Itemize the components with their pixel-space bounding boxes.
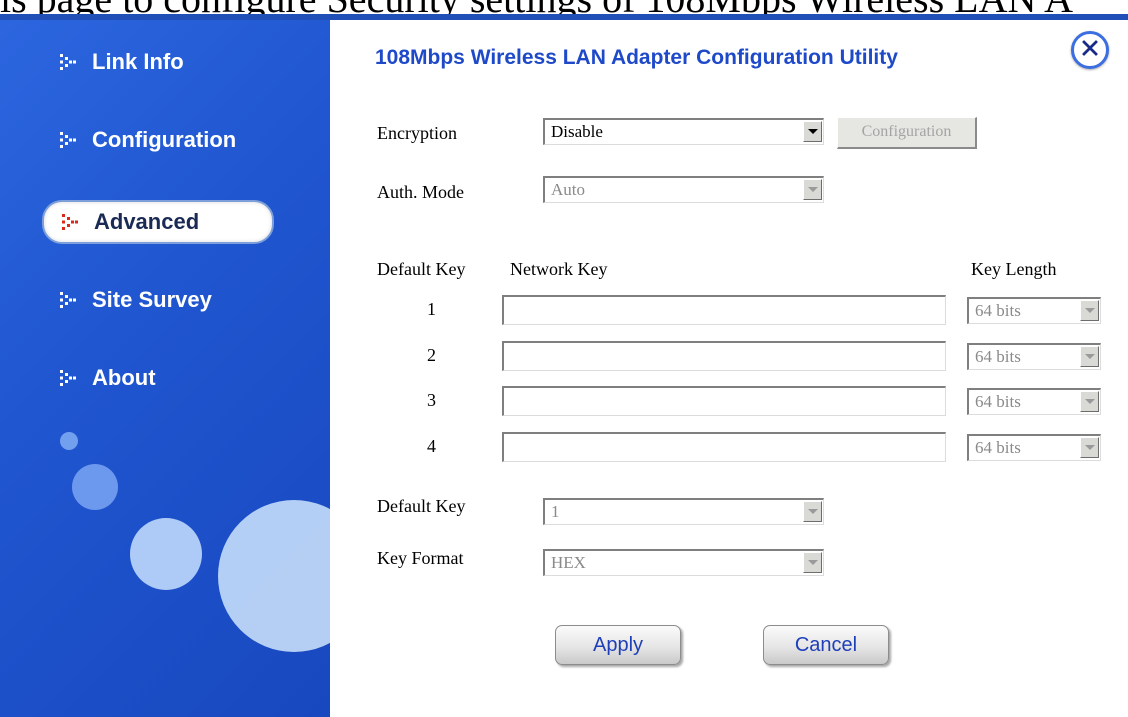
close-icon (1080, 38, 1100, 63)
network-key-3-input[interactable] (502, 386, 946, 416)
default-key-header: Default Key (377, 259, 466, 279)
sidebar: Link Info Configuration Advanced Site Su… (0, 20, 330, 717)
sidebar-item-label: Configuration (92, 127, 237, 152)
decorative-circle (130, 518, 202, 590)
key-length-header: Key Length (971, 259, 1057, 279)
sidebar-item-label: Link Info (92, 49, 184, 74)
dropdown-arrow-icon[interactable] (1080, 346, 1099, 367)
decorative-circle (60, 432, 78, 450)
dropdown-arrow-icon[interactable] (803, 121, 822, 142)
dropdown-arrow-icon[interactable] (803, 501, 822, 522)
key-index: 4 (427, 436, 436, 456)
default-key-label: Default Key (377, 496, 466, 516)
dots-arrow-icon (56, 288, 80, 312)
dropdown-arrow-icon[interactable] (803, 179, 822, 200)
key-format-value: HEX (551, 553, 586, 572)
network-key-header: Network Key (510, 259, 608, 279)
sidebar-item-site-survey[interactable]: Site Survey (42, 280, 270, 320)
sidebar-item-label: Advanced (94, 209, 200, 234)
dropdown-arrow-icon[interactable] (1080, 391, 1099, 412)
network-key-4-input[interactable] (502, 432, 946, 462)
default-key-value: 1 (551, 502, 560, 521)
key-length-4-select[interactable]: 64 bits (967, 434, 1101, 461)
network-key-1-input[interactable] (502, 295, 946, 325)
cancel-button[interactable]: Cancel (763, 625, 889, 665)
sidebar-item-configuration[interactable]: Configuration (42, 120, 270, 160)
dropdown-arrow-icon[interactable] (1080, 437, 1099, 458)
dropdown-arrow-icon[interactable] (1080, 300, 1099, 321)
key-length-1-select[interactable]: 64 bits (967, 297, 1101, 324)
network-key-2-input[interactable] (502, 341, 946, 371)
key-index: 3 (427, 390, 436, 410)
decorative-circle (218, 500, 330, 652)
sidebar-item-advanced[interactable]: Advanced (42, 200, 274, 244)
page-title: 108Mbps Wireless LAN Adapter Configurati… (375, 46, 898, 69)
auth-mode-select[interactable]: Auto (543, 176, 824, 203)
dots-arrow-icon (56, 50, 80, 74)
close-button[interactable] (1071, 31, 1109, 69)
sidebar-item-about[interactable]: About (42, 358, 270, 398)
sidebar-item-link-info[interactable]: Link Info (42, 42, 270, 82)
key-length-2-select[interactable]: 64 bits (967, 343, 1101, 370)
key-format-label: Key Format (377, 548, 464, 568)
dots-arrow-icon (58, 210, 82, 234)
dots-arrow-icon (56, 366, 80, 390)
key-length-value: 64 bits (975, 301, 1021, 320)
sidebar-item-label: Site Survey (92, 287, 212, 312)
encryption-select[interactable]: Disable (543, 118, 824, 145)
key-length-3-select[interactable]: 64 bits (967, 388, 1101, 415)
apply-button[interactable]: Apply (555, 625, 681, 665)
encryption-label: Encryption (377, 123, 457, 143)
default-key-select[interactable]: 1 (543, 498, 824, 525)
auth-mode-value: Auto (551, 180, 585, 199)
sidebar-item-label: About (92, 365, 156, 390)
key-format-select[interactable]: HEX (543, 549, 824, 576)
decorative-circle (72, 464, 118, 510)
dropdown-arrow-icon[interactable] (803, 552, 822, 573)
key-index: 1 (427, 299, 436, 319)
key-length-value: 64 bits (975, 347, 1021, 366)
key-index: 2 (427, 345, 436, 365)
encryption-value: Disable (551, 122, 603, 141)
auth-mode-label: Auth. Mode (377, 182, 464, 202)
key-length-value: 64 bits (975, 392, 1021, 411)
key-length-value: 64 bits (975, 438, 1021, 457)
configuration-button[interactable]: Configuration (837, 117, 977, 149)
dots-arrow-icon (56, 128, 80, 152)
